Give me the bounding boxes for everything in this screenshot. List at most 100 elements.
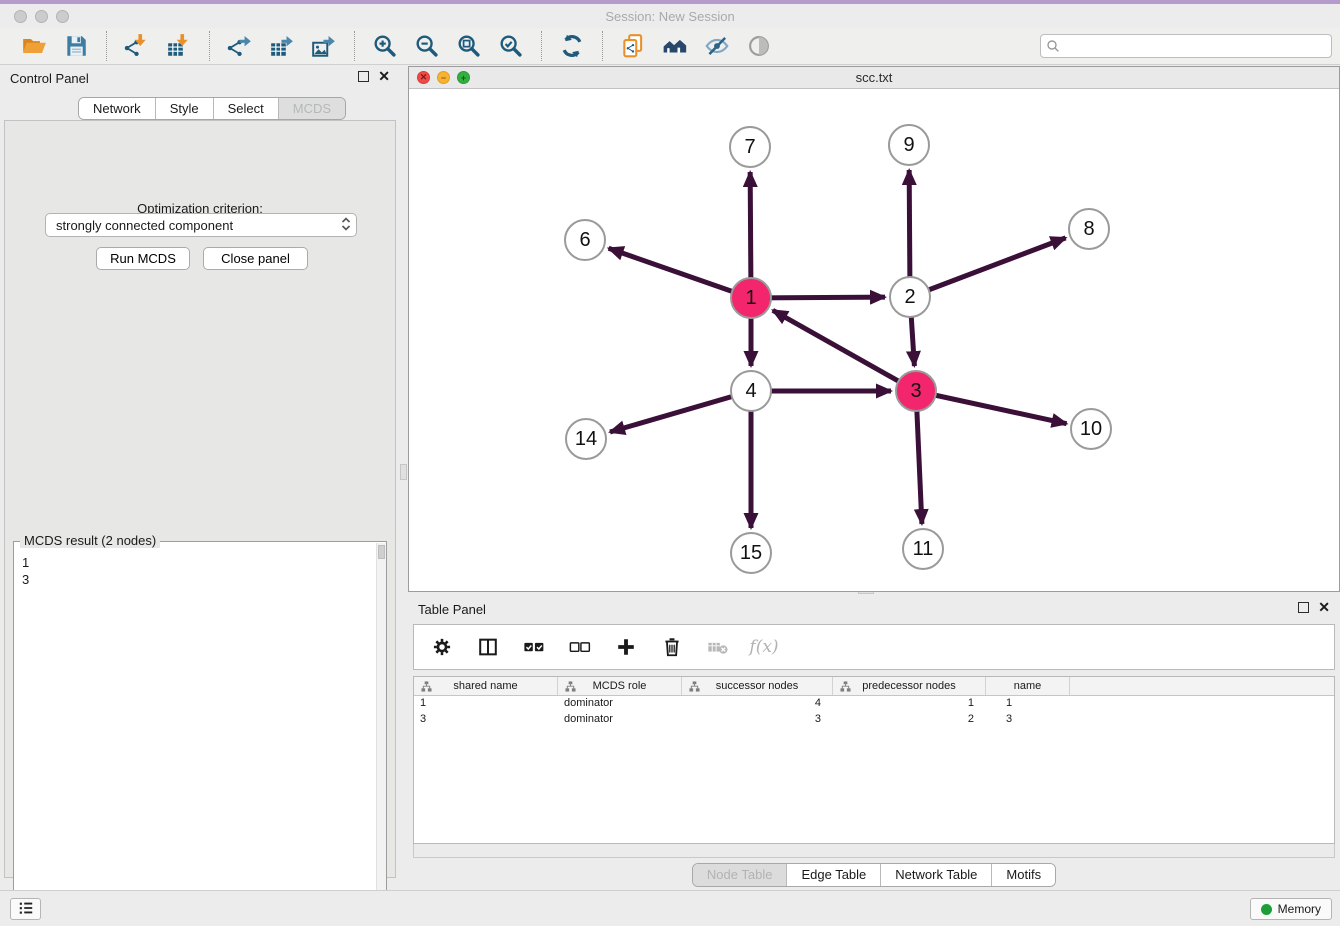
close-window-button[interactable] [14, 10, 27, 23]
graph-node-8[interactable]: 8 [1068, 208, 1110, 250]
cell-MCDS-role[interactable]: dominator [558, 696, 682, 712]
network-close-button[interactable]: ✕ [417, 71, 430, 84]
search-input[interactable] [1040, 34, 1332, 58]
criterion-dropdown[interactable]: strongly connected component [45, 213, 357, 237]
first-neighbors-button[interactable] [659, 31, 691, 61]
column-header-name[interactable]: name [986, 677, 1070, 695]
toolbar-separator [602, 31, 603, 61]
import-table-button[interactable] [163, 31, 195, 61]
toolbar-group [8, 31, 102, 61]
graph-node-1[interactable]: 1 [730, 277, 772, 319]
zoom-fit-button[interactable] [453, 31, 485, 61]
result-scrollbar[interactable] [376, 543, 386, 922]
open-file-button[interactable] [18, 31, 50, 61]
graph-node-11[interactable]: 11 [902, 528, 944, 570]
close-panel-button[interactable]: Close panel [203, 247, 308, 270]
column-header-MCDS-role[interactable]: MCDS role [558, 677, 682, 695]
session-title: Session: New Session [0, 9, 1340, 24]
add-column-button[interactable] [612, 633, 640, 661]
zoom-out-icon [414, 33, 440, 59]
zoom-out-button[interactable] [411, 31, 443, 61]
memory-label: Memory [1278, 902, 1321, 916]
cell-successor-nodes[interactable]: 3 [682, 712, 833, 728]
graph-node-4[interactable]: 4 [730, 370, 772, 412]
edge-4-14[interactable] [610, 391, 751, 432]
refresh-view-button[interactable] [556, 31, 588, 61]
table-row[interactable]: 3dominator323 [414, 712, 1334, 728]
mcds-panel-body: Optimization criterion: strongly connect… [4, 120, 396, 878]
run-mcds-button[interactable]: Run MCDS [96, 247, 190, 270]
minimize-window-button[interactable] [35, 10, 48, 23]
cell-name[interactable]: 1 [986, 696, 1070, 712]
edge-3-10[interactable] [916, 391, 1067, 424]
zoom-selected-button[interactable] [495, 31, 527, 61]
application-window: Session: New Session Control Panel ✕ Net… [0, 0, 1340, 926]
clone-network-button[interactable] [617, 31, 649, 61]
cell-MCDS-role[interactable]: dominator [558, 712, 682, 728]
export-network-button[interactable] [224, 31, 256, 61]
tab-select[interactable]: Select [214, 98, 279, 119]
memory-button[interactable]: Memory [1250, 898, 1332, 920]
cell-shared-name[interactable]: 3 [414, 712, 558, 728]
main-toolbar [0, 28, 1340, 65]
graph-node-14[interactable]: 14 [565, 418, 607, 460]
tab-node-table[interactable]: Node Table [693, 864, 788, 886]
toolbar-group [214, 31, 350, 61]
tab-network-table[interactable]: Network Table [881, 864, 992, 886]
cell-predecessor-nodes[interactable]: 1 [833, 696, 986, 712]
edge-3-1[interactable] [773, 310, 916, 391]
table-settings-button[interactable] [428, 633, 456, 661]
close-table-panel-icon[interactable]: ✕ [1318, 602, 1330, 613]
hide-graphics-details-button[interactable] [701, 31, 733, 61]
tab-mcds[interactable]: MCDS [279, 98, 345, 119]
column-header-successor-nodes[interactable]: successor nodes [682, 677, 833, 695]
function-icon: f(x) [749, 637, 778, 657]
network-minimize-button[interactable]: − [437, 71, 450, 84]
table-settings-icon [431, 636, 453, 658]
network-maximize-button[interactable]: + [457, 71, 470, 84]
zoom-window-button[interactable] [56, 10, 69, 23]
tab-edge-table[interactable]: Edge Table [787, 864, 881, 886]
delete-column-button[interactable] [658, 633, 686, 661]
export-image-button[interactable] [308, 31, 340, 61]
zoom-fit-icon [456, 33, 482, 59]
graph-node-2[interactable]: 2 [889, 276, 931, 318]
tab-style[interactable]: Style [156, 98, 214, 119]
cell-shared-name[interactable]: 1 [414, 696, 558, 712]
tab-motifs[interactable]: Motifs [992, 864, 1055, 886]
task-history-button[interactable] [10, 898, 41, 920]
vertical-splitter-grip[interactable] [400, 464, 407, 480]
edge-1-6[interactable] [609, 248, 751, 298]
select-all-rows-button[interactable] [520, 633, 548, 661]
export-table-button[interactable] [266, 31, 298, 61]
zoom-in-button[interactable] [369, 31, 401, 61]
column-label: predecessor nodes [862, 680, 956, 692]
deselect-all-rows-button[interactable] [566, 633, 594, 661]
graph-node-15[interactable]: 15 [730, 532, 772, 574]
cell-name[interactable]: 3 [986, 712, 1070, 728]
graph-node-10[interactable]: 10 [1070, 408, 1112, 450]
graph-node-9[interactable]: 9 [888, 124, 930, 166]
edge-2-8[interactable] [910, 238, 1066, 297]
graph-node-7[interactable]: 7 [729, 126, 771, 168]
float-panel-icon[interactable] [358, 71, 369, 82]
table-row[interactable]: 1dominator411 [414, 696, 1334, 712]
column-layout-button[interactable] [474, 633, 502, 661]
edges-layer [409, 89, 1339, 591]
cell-predecessor-nodes[interactable]: 2 [833, 712, 986, 728]
graph-node-3[interactable]: 3 [895, 370, 937, 412]
network-file-title: scc.txt [409, 70, 1339, 85]
column-header-shared-name[interactable]: shared name [414, 677, 558, 695]
column-header-predecessor-nodes[interactable]: predecessor nodes [833, 677, 986, 695]
save-session-button[interactable] [60, 31, 92, 61]
zoom-selected-icon [498, 33, 524, 59]
graph-node-6[interactable]: 6 [564, 219, 606, 261]
import-network-button[interactable] [121, 31, 153, 61]
cell-successor-nodes[interactable]: 4 [682, 696, 833, 712]
tab-network[interactable]: Network [79, 98, 156, 119]
float-table-panel-icon[interactable] [1298, 602, 1309, 613]
window-controls[interactable] [14, 10, 69, 23]
network-canvas[interactable]: 7 9 6 8 1 2 4 3 14 10 15 11 [409, 89, 1339, 591]
close-panel-icon[interactable]: ✕ [378, 71, 390, 82]
table-hscrollbar[interactable] [413, 844, 1335, 858]
